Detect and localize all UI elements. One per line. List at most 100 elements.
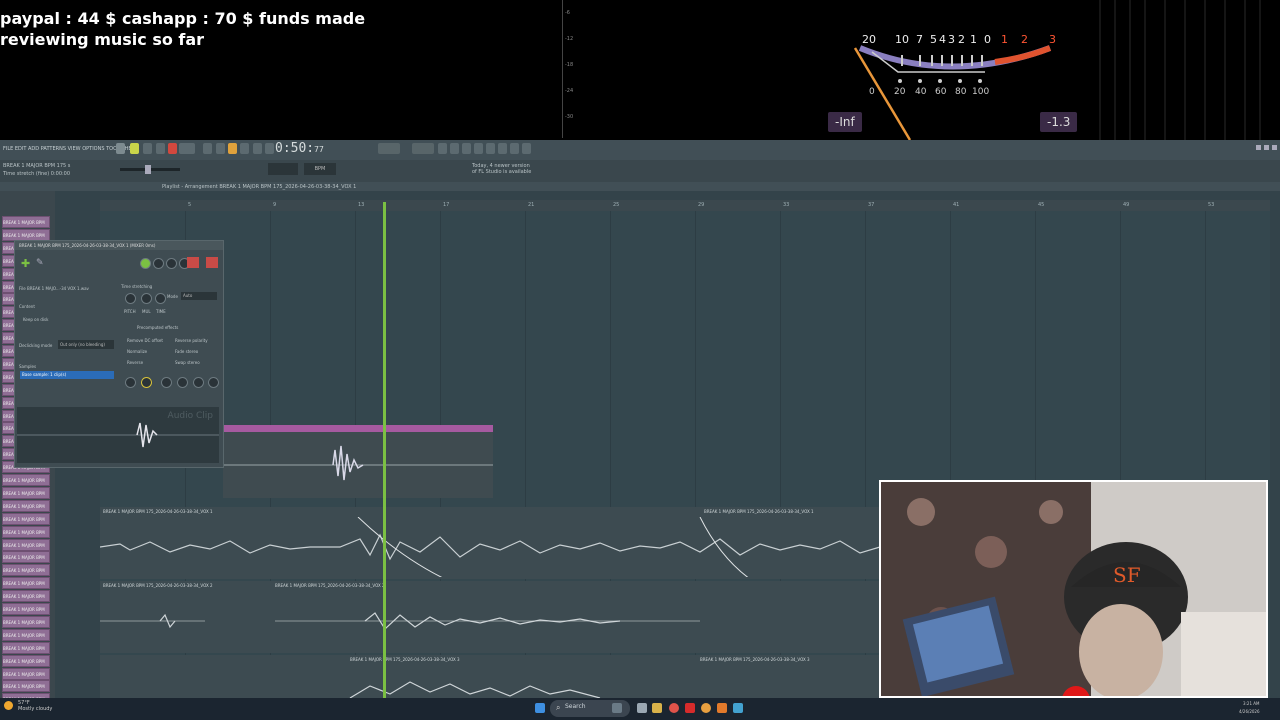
audio-clip[interactable] — [223, 425, 493, 498]
track-name[interactable]: BREAK 1 MAJOR BPM 175 — [2, 499, 50, 512]
task-view-icon[interactable] — [637, 703, 647, 713]
channel-settings-window[interactable]: BREAK 1 MAJOR BPM 175_2026-04-26-03-38-3… — [14, 240, 224, 468]
track-name[interactable]: BREAK 1 MAJOR BPM 175 — [2, 641, 50, 654]
track-row-3[interactable]: BREAK 1 MAJOR BPM 175_2026-04-26-03-38-3… — [100, 655, 880, 698]
mixer-button[interactable] — [474, 143, 483, 154]
maximize-icon[interactable] — [1264, 145, 1269, 150]
ruler-mark[interactable]: 21 — [528, 202, 534, 208]
reverse-checkbox[interactable]: Reverse — [127, 360, 143, 365]
wait-button[interactable] — [216, 143, 225, 154]
help-button[interactable] — [522, 143, 531, 154]
chrome-icon[interactable] — [669, 703, 679, 713]
track-name[interactable]: BREAK 1 MAJOR BPM 175 — [2, 667, 50, 680]
blend-notes-button[interactable] — [253, 143, 262, 154]
plus-icon[interactable]: ✚ — [21, 258, 30, 269]
wrench-icon[interactable]: ✎ — [36, 259, 45, 268]
metronome-button[interactable] — [203, 143, 212, 154]
clock-date[interactable]: 4/26/2026 — [1239, 709, 1260, 714]
remove-dc-checkbox[interactable]: Remove DC offset — [127, 338, 163, 343]
pattern-song-toggle[interactable] — [116, 143, 125, 154]
ruler-mark[interactable]: 41 — [953, 202, 959, 208]
timeline-ruler[interactable]: 59131721252933374145495357 — [100, 200, 1270, 211]
ruler-mark[interactable]: 13 — [358, 202, 364, 208]
volume-handle-icon[interactable] — [145, 165, 151, 174]
track-name[interactable]: BREAK 1 MAJOR BPM 175 — [2, 628, 50, 641]
ruler-mark[interactable]: 9 — [273, 202, 276, 208]
ruler-mark[interactable]: 25 — [613, 202, 619, 208]
youtube-icon[interactable] — [685, 703, 695, 713]
playlist-button[interactable] — [438, 143, 447, 154]
app-icon[interactable] — [733, 703, 743, 713]
track-name[interactable]: BREAK 1 MAJOR BPM 175 — [2, 551, 50, 564]
track-name[interactable]: BREAK 1 MAJOR BPM 175 — [2, 486, 50, 499]
ruler-mark[interactable]: 37 — [868, 202, 874, 208]
channel-window-title[interactable]: BREAK 1 MAJOR BPM 175_2026-04-26-03-38-3… — [15, 241, 223, 250]
stretch-pitch-knob[interactable] — [125, 293, 136, 304]
keep-on-disk-checkbox[interactable]: Keep on disk — [23, 317, 48, 322]
fx-knob-3[interactable] — [161, 377, 172, 388]
clock-time[interactable]: 3:21 AM — [1243, 701, 1259, 706]
track-name[interactable]: BREAK 1 MAJOR BPM 175 — [2, 680, 50, 693]
record-button[interactable] — [168, 143, 177, 154]
mixer-track-select[interactable] — [187, 257, 199, 268]
track-name[interactable]: BREAK 1 MAJOR BPM 175 — [2, 512, 50, 525]
sample-list-item[interactable]: Base sample: 1 clip(s) — [20, 371, 114, 379]
stretch-mul-knob[interactable] — [141, 293, 152, 304]
track-name[interactable]: BREAK 1 MAJOR BPM 175 — [2, 216, 50, 228]
fx-knob-6[interactable] — [208, 377, 219, 388]
track-row-1[interactable]: BREAK 1 MAJOR BPM 175_2026-04-26-03-38-3… — [100, 507, 880, 579]
loop-record-button[interactable] — [265, 143, 274, 154]
file-explorer-icon[interactable] — [652, 703, 662, 713]
weather-icon[interactable] — [4, 701, 13, 710]
piano-roll-button[interactable] — [450, 143, 459, 154]
fade-stereo-checkbox[interactable]: Fade stereo — [175, 349, 198, 354]
declicking-select[interactable]: Out only (no bleeding) — [58, 340, 114, 349]
tempo-box[interactable]: BPM — [304, 163, 336, 175]
sample-waveform[interactable]: Audio Clip — [17, 407, 219, 463]
play-button[interactable] — [143, 143, 152, 154]
start-button[interactable] — [535, 703, 545, 713]
volume-knob[interactable] — [166, 258, 177, 269]
clip-header[interactable] — [223, 425, 493, 432]
ruler-mark[interactable]: 49 — [1123, 202, 1129, 208]
fx-knob-2[interactable] — [141, 377, 152, 388]
swap-stereo-checkbox[interactable]: Swap stereo — [175, 360, 200, 365]
weather-text[interactable]: 57°F Mostly cloudy — [18, 700, 52, 712]
touch-keyboard-button[interactable] — [510, 143, 519, 154]
fx-knob-1[interactable] — [125, 377, 136, 388]
ruler-mark[interactable]: 17 — [443, 202, 449, 208]
song-mode-button[interactable] — [130, 143, 139, 154]
stop-button[interactable] — [156, 143, 165, 154]
playhead[interactable] — [383, 202, 386, 698]
ruler-mark[interactable]: 5 — [188, 202, 191, 208]
reverse-polarity-checkbox[interactable]: Reverse polarity — [175, 338, 208, 343]
plugin-picker-button[interactable] — [498, 143, 507, 154]
track-name[interactable]: BREAK 1 MAJOR BPM 175 — [2, 564, 50, 577]
track-name[interactable]: BREAK 1 MAJOR BPM 175 — [2, 538, 50, 551]
snap-select[interactable] — [268, 163, 298, 175]
mode-select[interactable]: Auto — [181, 292, 217, 300]
track-name[interactable]: BREAK 1 MAJOR BPM 175 — [2, 577, 50, 590]
track-name[interactable]: BREAK 1 MAJOR BPM 175 — [2, 603, 50, 615]
countdown-button[interactable] — [228, 143, 237, 154]
ruler-mark[interactable]: 29 — [698, 202, 704, 208]
fx-knob-4[interactable] — [177, 377, 188, 388]
browser-icon[interactable] — [701, 703, 711, 713]
ruler-mark[interactable]: 53 — [1208, 202, 1214, 208]
fx-knob-5[interactable] — [193, 377, 204, 388]
stretch-time-knob[interactable] — [155, 293, 166, 304]
track-name[interactable]: BREAK 1 MAJOR BPM 175 — [2, 474, 50, 486]
normalize-checkbox[interactable]: Normalize — [127, 349, 147, 354]
tempo-display[interactable] — [179, 143, 195, 154]
pan-knob[interactable] — [153, 258, 164, 269]
track-name[interactable]: BREAK 1 MAJOR BPM 175 — [2, 654, 50, 667]
close-icon[interactable] — [1272, 145, 1277, 150]
channel-on-led[interactable] — [140, 258, 151, 269]
track-name[interactable]: BREAK 1 MAJOR BPM 175 — [2, 590, 50, 603]
channel-number[interactable] — [206, 257, 218, 268]
channel-rack-button[interactable] — [462, 143, 471, 154]
copilot-icon[interactable] — [612, 703, 622, 713]
ruler-mark[interactable]: 45 — [1038, 202, 1044, 208]
track-row-2[interactable]: BREAK 1 MAJOR BPM 175_2026-04-26-03-38-3… — [100, 581, 880, 653]
browser-button[interactable] — [486, 143, 495, 154]
